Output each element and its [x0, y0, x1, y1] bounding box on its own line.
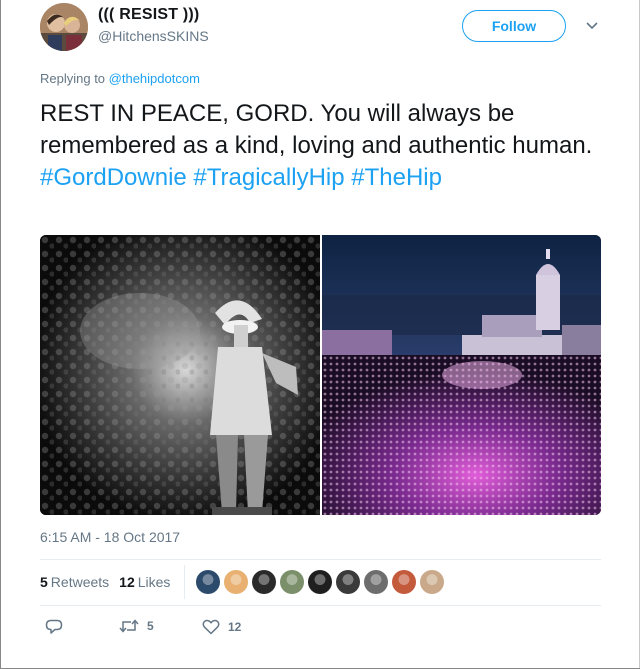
likes-stat[interactable]: 12 Likes: [119, 574, 170, 590]
crowd-city-hall-photo[interactable]: [322, 235, 601, 515]
retweet-button[interactable]: 5: [119, 619, 154, 633]
like-button[interactable]: 12: [202, 619, 241, 635]
liker-avatar[interactable]: [392, 570, 416, 594]
liker-avatar[interactable]: [224, 570, 248, 594]
tweet-timestamp[interactable]: 6:15 AM - 18 Oct 2017: [40, 529, 180, 545]
retweets-label: Retweets: [50, 574, 110, 590]
tweet-text: REST IN PEACE, GORD. You will always be …: [40, 98, 600, 194]
likes-count: 12: [119, 574, 135, 590]
retweet-count: 5: [147, 619, 154, 633]
stats-separator: [184, 565, 185, 599]
liker-avatar[interactable]: [280, 570, 304, 594]
retweets-stat[interactable]: 5 Retweets: [40, 574, 109, 590]
liker-avatar[interactable]: [364, 570, 388, 594]
heart-icon: [202, 619, 220, 635]
liker-avatar[interactable]: [308, 570, 332, 594]
tweet-stats: 5 Retweets 12 Likes: [40, 574, 180, 590]
liker-avatar[interactable]: [196, 570, 220, 594]
divider: [40, 559, 601, 560]
reply-icon: [45, 619, 63, 635]
avatar-photo: [40, 3, 88, 51]
user-handle[interactable]: @HitchensSKINS: [98, 28, 209, 44]
follow-button[interactable]: Follow: [462, 10, 566, 42]
media-grid: [40, 235, 601, 515]
reply-context: Replying to @thehipdotcom: [40, 71, 200, 86]
reply-button[interactable]: [45, 619, 63, 635]
likes-label: Likes: [137, 574, 171, 590]
retweet-icon: [119, 619, 139, 633]
liker-avatar[interactable]: [336, 570, 360, 594]
reply-mention-link[interactable]: @thehipdotcom: [109, 71, 200, 86]
likers-avatars: [196, 570, 448, 594]
avatar[interactable]: [40, 3, 88, 51]
retweets-count: 5: [40, 574, 48, 590]
display-name[interactable]: ((( RESIST ))): [98, 6, 199, 24]
reply-context-prefix: Replying to: [40, 71, 109, 86]
hashtag-link[interactable]: #TheHip: [351, 164, 442, 191]
chevron-down-icon[interactable]: [584, 20, 600, 32]
divider: [40, 605, 601, 606]
liker-avatar[interactable]: [252, 570, 276, 594]
liker-avatar[interactable]: [420, 570, 444, 594]
concert-performer-photo[interactable]: [40, 235, 320, 515]
tweet-body: REST IN PEACE, GORD. You will always be …: [40, 100, 593, 159]
hashtag-link[interactable]: #TragicallyHip: [193, 164, 344, 191]
frame-border-left: [0, 0, 1, 669]
like-count: 12: [228, 620, 242, 634]
hashtag-link[interactable]: #GordDownie: [40, 164, 187, 191]
